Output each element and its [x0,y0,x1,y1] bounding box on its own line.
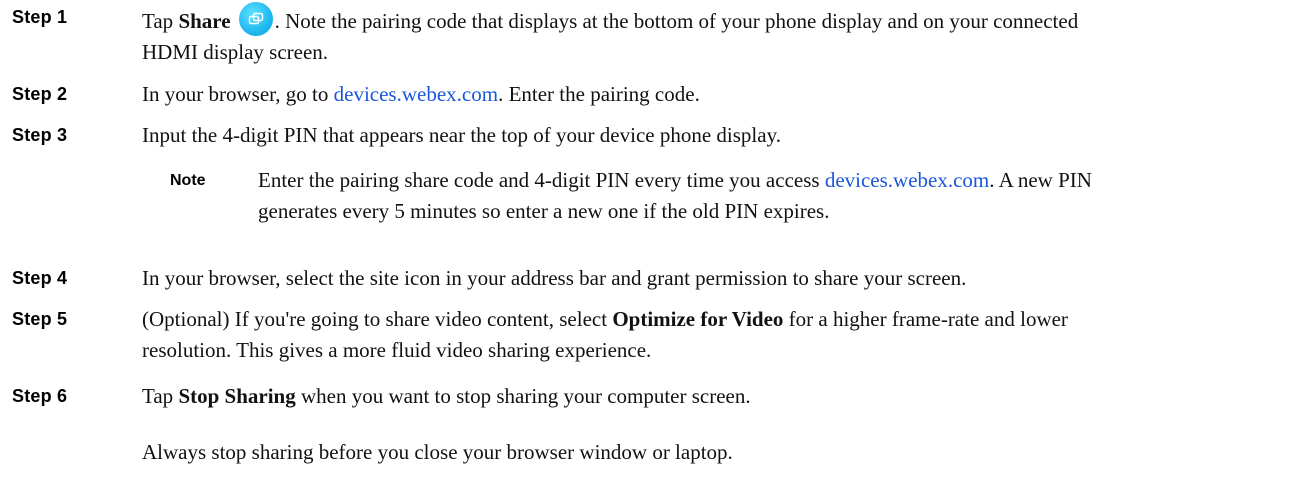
document-page: Step 1 Tap Share . Note the pairing code … [0,0,1308,487]
step-1-line2: HDMI display screen. [142,40,329,64]
step-4-label: Step 4 [12,268,68,288]
note-pre: Enter the pairing share code and 4-digit… [258,168,825,192]
step-3-label: Step 3 [12,125,68,145]
stop-sharing-term: Stop Sharing [178,384,296,408]
step-3-text: Input the 4-digit PIN that appears near … [142,123,781,147]
step-5-label: Step 5 [12,309,68,329]
note-post: . A new PIN [989,168,1092,192]
note-line2: generates every 5 minutes so enter a new… [258,199,830,223]
step-2-pre: In your browser, go to [142,82,334,106]
step-5-line2: resolution. This gives a more fluid vide… [142,338,652,362]
share-term: Share [178,9,231,33]
devices-webex-link[interactable]: devices.webex.com [334,82,498,106]
step-5-pre: (Optional) If you're going to share vide… [142,307,613,331]
step-5-text: (Optional) If you're going to share vide… [142,304,1292,366]
optimize-for-video-term: Optimize for Video [612,307,784,331]
step-5-post: for a higher frame-rate and lower [783,307,1068,331]
step-2-post: . Enter the pairing code. [498,82,700,106]
note-text: Enter the pairing share code and 4-digit… [258,165,1298,227]
step-2-label: Step 2 [12,84,68,104]
step-4-text: In your browser, select the site icon in… [142,266,967,290]
step-6-pre: Tap [142,384,179,408]
note-label: Note [170,172,206,189]
note-devices-webex-link[interactable]: devices.webex.com [825,168,989,192]
step-6-post: when you want to stop sharing your compu… [295,384,751,408]
share-icon [238,2,273,36]
step-6-extra: Always stop sharing before you close you… [142,440,733,464]
step-1-pre: Tap [142,9,179,33]
step-6-label: Step 6 [12,386,68,406]
step-1-label: Step 1 [12,7,68,27]
step-6-text: Tap Stop Sharing when you want to stop s… [142,381,1292,412]
step-1-text: Tap Share . Note the pairing code that di… [142,2,1292,68]
step-2-text: In your browser, go to devices.webex.com… [142,79,1292,110]
step-1-post: . Note the pairing code that displays at… [274,9,1079,33]
